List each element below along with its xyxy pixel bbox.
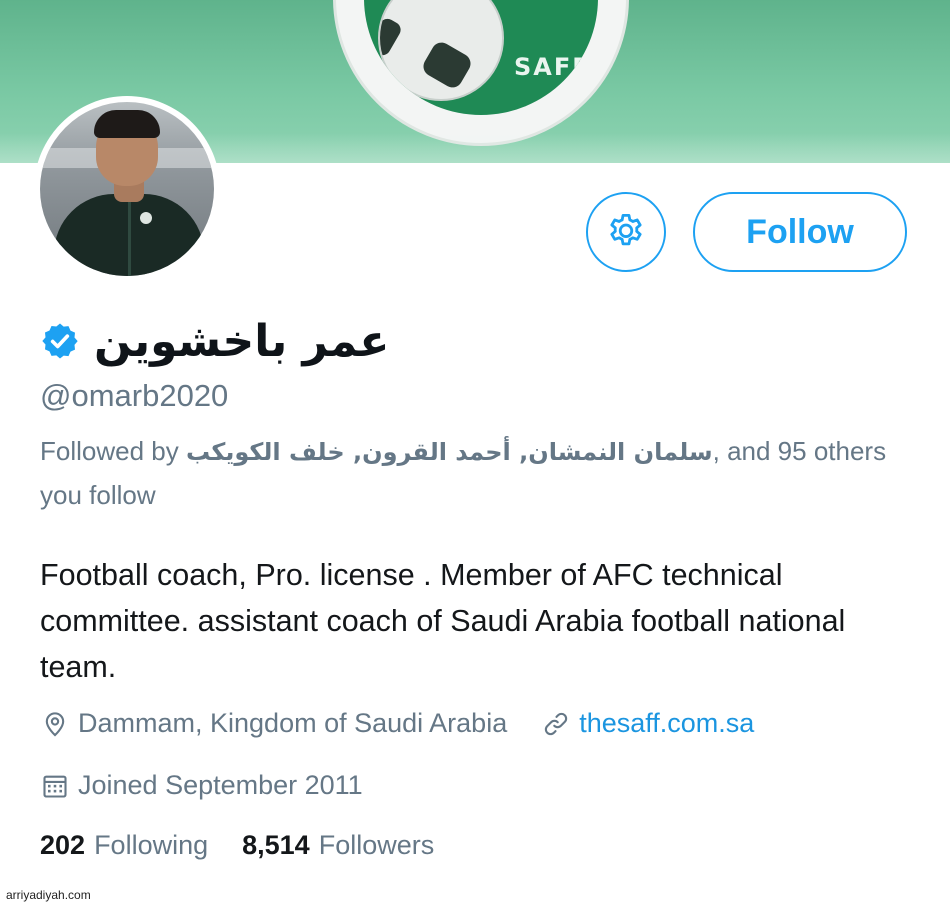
following-count: 202 <box>40 830 86 860</box>
profile-bio: Football coach, Pro. license . Member of… <box>40 558 846 684</box>
profile-stats: 202 Following 8,514 Followers <box>40 830 468 861</box>
gear-icon <box>610 213 642 246</box>
settings-button[interactable] <box>586 192 666 272</box>
followed-by-text[interactable]: Followed by سلمان النمشان, أحمد القرون, … <box>40 430 910 517</box>
saff-logo-text: SAFF <box>514 53 591 81</box>
followed-by-prefix: Followed by <box>40 436 186 466</box>
following-label: Following <box>94 830 209 860</box>
source-watermark: arriyadiyah.com <box>6 888 91 902</box>
follow-button[interactable]: Follow <box>693 192 907 272</box>
profile-meta-location: Dammam, Kingdom of Saudi Arabia thesaff.… <box>40 708 754 739</box>
profile-meta-joined: Joined September 2011 <box>40 770 363 801</box>
avatar-photo <box>40 102 214 276</box>
calendar-icon <box>40 771 70 801</box>
profile-handle: @omarb2020 <box>40 378 229 413</box>
followers-label: Followers <box>318 830 435 860</box>
football-icon <box>378 0 504 101</box>
followed-by-names[interactable]: سلمان النمشان, أحمد القرون, خلف الكويكب <box>186 438 713 466</box>
saff-logo: SAFF <box>333 0 629 146</box>
verified-badge-icon <box>40 321 80 361</box>
avatar[interactable] <box>34 96 220 282</box>
profile-name-row: عمر باخشوين <box>40 306 389 376</box>
followers-count: 8,514 <box>242 830 310 860</box>
joined-text: Joined September 2011 <box>78 770 363 800</box>
profile-page: SAFF Follow عمر باخشوين @omarb2020 Follo… <box>0 0 950 907</box>
saff-logo-ring: SAFF <box>364 0 598 115</box>
followers-stat[interactable]: 8,514 Followers <box>242 830 434 861</box>
display-name: عمر باخشوين <box>94 315 390 367</box>
location-pin-icon <box>40 709 70 739</box>
location-text: Dammam, Kingdom of Saudi Arabia <box>78 708 508 738</box>
following-stat[interactable]: 202 Following <box>40 830 208 861</box>
website-link[interactable]: thesaff.com.sa <box>579 708 754 739</box>
link-icon <box>541 709 571 739</box>
